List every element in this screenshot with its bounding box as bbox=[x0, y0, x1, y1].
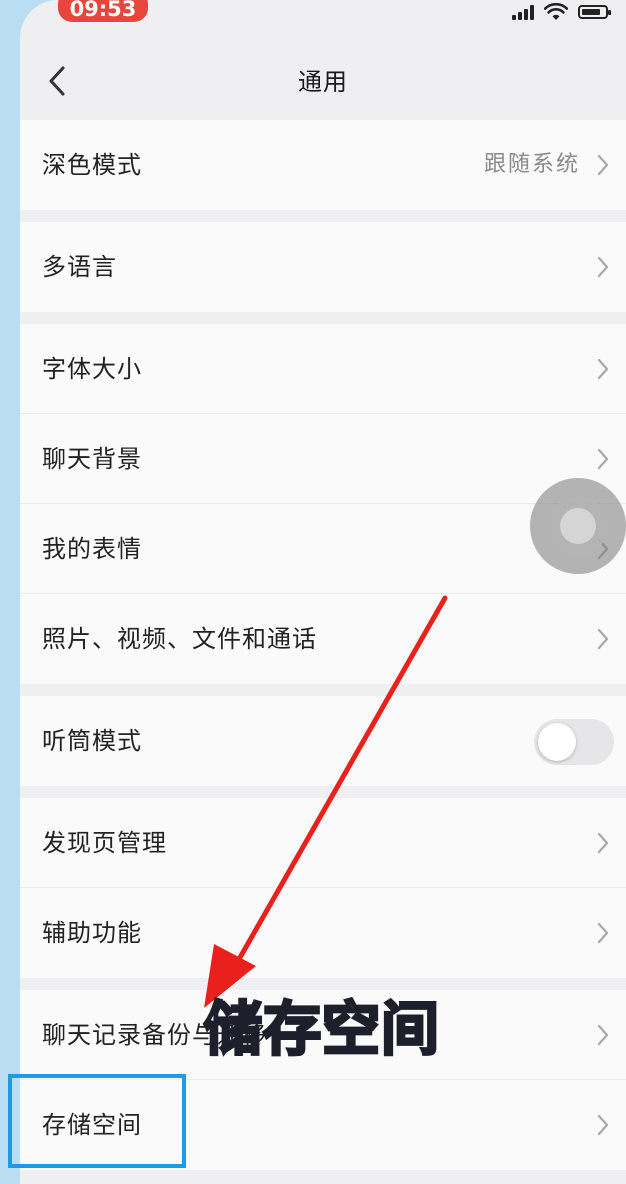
setting-label: 发现页管理 bbox=[42, 829, 167, 857]
setting-label: 辅助功能 bbox=[42, 919, 142, 947]
chevron-right-icon bbox=[597, 448, 609, 470]
chevron-right-icon bbox=[597, 154, 609, 176]
setting-row-chat-backup[interactable]: 聊天记录备份与迁移 bbox=[20, 990, 626, 1080]
chevron-right-icon bbox=[597, 358, 609, 380]
chevron-right-icon bbox=[597, 922, 609, 944]
chevron-right-icon bbox=[597, 256, 609, 278]
setting-label: 字体大小 bbox=[42, 355, 142, 383]
setting-row-media-files-calls[interactable]: 照片、视频、文件和通话 bbox=[20, 594, 626, 684]
chevron-right-icon bbox=[597, 1024, 609, 1046]
setting-label: 深色模式 bbox=[42, 151, 142, 179]
group-earpiece: 听筒模式 bbox=[20, 696, 626, 786]
status-icons bbox=[512, 0, 611, 24]
setting-row-discover-management[interactable]: 发现页管理 bbox=[20, 798, 626, 888]
toggle-knob bbox=[538, 723, 576, 761]
group-storage: 聊天记录备份与迁移 存储空间 bbox=[20, 990, 626, 1170]
earpiece-mode-toggle[interactable] bbox=[534, 719, 614, 765]
group-display-mode: 深色模式 跟随系统 bbox=[20, 120, 626, 210]
setting-label: 聊天记录备份与迁移 bbox=[42, 1021, 267, 1049]
chevron-right-icon bbox=[597, 832, 609, 854]
signal-icon bbox=[512, 4, 534, 20]
setting-value: 跟随系统 bbox=[483, 152, 580, 177]
chevron-right-icon bbox=[597, 1114, 609, 1136]
setting-row-chat-background[interactable]: 聊天背景 bbox=[20, 414, 626, 504]
assistive-touch-button[interactable] bbox=[530, 478, 626, 574]
page-title: 通用 bbox=[298, 68, 348, 96]
nav-bar: 通用 bbox=[20, 44, 626, 120]
back-button[interactable] bbox=[32, 56, 82, 106]
setting-row-dark-mode[interactable]: 深色模式 跟随系统 bbox=[20, 120, 626, 210]
setting-label: 多语言 bbox=[42, 253, 117, 281]
status-time: 09:53 bbox=[58, 0, 148, 22]
group-language: 多语言 bbox=[20, 222, 626, 312]
status-bar: 09:53 bbox=[20, 0, 626, 30]
wifi-icon bbox=[544, 3, 568, 20]
setting-label: 听筒模式 bbox=[42, 727, 142, 755]
setting-row-earpiece-mode: 听筒模式 bbox=[20, 696, 626, 786]
setting-row-font-size[interactable]: 字体大小 bbox=[20, 324, 626, 414]
setting-label: 我的表情 bbox=[42, 535, 142, 563]
chevron-right-icon bbox=[597, 628, 609, 650]
phone-screen: 09:53 通用 深色模式 跟随系统 多语言 字体大小 聊天背景 我的表情 照片… bbox=[20, 0, 626, 1184]
back-arrow-icon bbox=[49, 66, 65, 96]
setting-label: 照片、视频、文件和通话 bbox=[42, 625, 317, 653]
group-discover: 发现页管理 辅助功能 bbox=[20, 798, 626, 978]
setting-row-storage-space[interactable]: 存储空间 bbox=[20, 1080, 626, 1170]
setting-label: 聊天背景 bbox=[42, 445, 142, 473]
battery-icon bbox=[578, 5, 611, 19]
setting-row-accessibility[interactable]: 辅助功能 bbox=[20, 888, 626, 978]
setting-label: 存储空间 bbox=[42, 1111, 142, 1139]
setting-row-language[interactable]: 多语言 bbox=[20, 222, 626, 312]
